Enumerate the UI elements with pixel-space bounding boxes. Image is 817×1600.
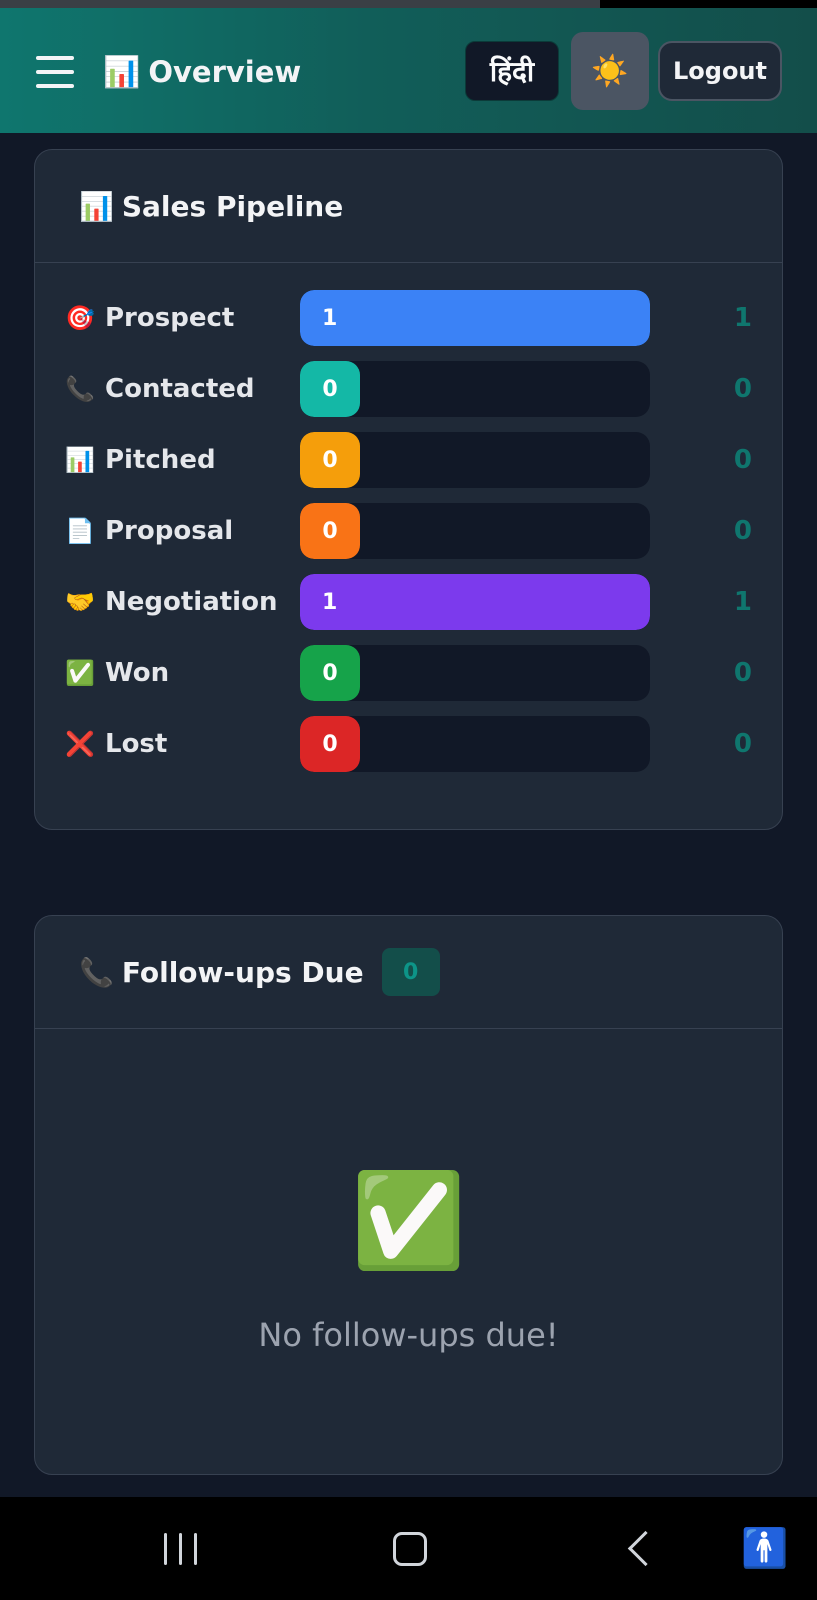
language-toggle-button[interactable]: हिंदी bbox=[465, 41, 559, 101]
stage-count: 0 bbox=[733, 374, 752, 404]
stage-label-text: Pitched bbox=[105, 445, 216, 475]
sales-pipeline-card: 📊 Sales Pipeline 🎯 Prospect 1 1 📞 Contacted 0 0 📊… bbox=[34, 149, 783, 830]
theme-toggle-button[interactable]: ☀️ bbox=[571, 32, 649, 110]
system-navigation-bar: 🚹 bbox=[0, 1497, 817, 1600]
stage-icon: 🎯 bbox=[65, 304, 95, 332]
home-icon[interactable] bbox=[380, 1497, 440, 1600]
stage-icon: ✅ bbox=[65, 659, 95, 687]
sun-icon: ☀️ bbox=[591, 53, 629, 89]
pipeline-stage-row: 📄 Proposal 0 0 bbox=[35, 503, 782, 559]
hamburger-menu-icon[interactable] bbox=[36, 54, 74, 90]
card-header: 📞 Follow-ups Due 0 bbox=[35, 916, 782, 1029]
card-title: 📊 Sales Pipeline bbox=[79, 190, 343, 223]
stage-icon: 📊 bbox=[65, 446, 95, 474]
stage-label: 📄 Proposal bbox=[65, 503, 233, 559]
card-title-text: Sales Pipeline bbox=[121, 189, 344, 223]
stage-label-text: Prospect bbox=[105, 303, 235, 333]
stage-label: 🎯 Prospect bbox=[65, 290, 234, 346]
stage-bar-fill: 0 bbox=[300, 361, 360, 417]
pipeline-stage-row: ❌ Lost 0 0 bbox=[35, 716, 782, 772]
followups-count-badge: 0 bbox=[381, 948, 440, 996]
stage-count: 0 bbox=[733, 445, 752, 475]
stage-icon: 📄 bbox=[65, 517, 95, 545]
stage-label: 📊 Pitched bbox=[65, 432, 216, 488]
stage-bar-fill: 0 bbox=[300, 503, 360, 559]
stage-icon: 📞 bbox=[65, 375, 95, 403]
check-mark-icon: ✅ bbox=[351, 1167, 466, 1274]
bar-chart-icon: 📊 bbox=[79, 189, 114, 223]
stage-count: 1 bbox=[733, 587, 752, 617]
stage-bar-track: 0 bbox=[300, 432, 650, 488]
stage-bar-track: 0 bbox=[300, 645, 650, 701]
pipeline-stage-row: 🤝 Negotiation 1 1 bbox=[35, 574, 782, 630]
status-strip bbox=[0, 0, 817, 8]
accessibility-icon[interactable]: 🚹 bbox=[740, 1497, 790, 1600]
recents-icon[interactable] bbox=[150, 1497, 210, 1600]
stage-label-text: Contacted bbox=[105, 374, 255, 404]
pipeline-stage-row: 🎯 Prospect 1 1 bbox=[35, 290, 782, 346]
stage-label: 📞 Contacted bbox=[65, 361, 255, 417]
card-header: 📊 Sales Pipeline bbox=[35, 150, 782, 263]
stage-label-text: Lost bbox=[105, 729, 168, 759]
stage-label: ❌ Lost bbox=[65, 716, 167, 772]
back-icon[interactable] bbox=[615, 1497, 665, 1600]
stage-bar-track: 1 bbox=[300, 574, 650, 630]
bar-chart-icon: 📊 bbox=[103, 55, 141, 90]
pipeline-stage-row: ✅ Won 0 0 bbox=[35, 645, 782, 701]
stage-label-text: Proposal bbox=[105, 516, 234, 546]
followups-card: 📞 Follow-ups Due 0 ✅ No follow-ups due! bbox=[34, 915, 783, 1475]
stage-count: 1 bbox=[733, 303, 752, 333]
card-title: 📞 Follow-ups Due bbox=[79, 956, 364, 989]
page-title-text: Overview bbox=[148, 55, 302, 89]
stage-bar-fill: 0 bbox=[300, 716, 360, 772]
stage-count: 0 bbox=[733, 729, 752, 759]
logout-button[interactable]: Logout bbox=[658, 41, 782, 101]
pipeline-stage-row: 📞 Contacted 0 0 bbox=[35, 361, 782, 417]
stage-bar-track: 0 bbox=[300, 361, 650, 417]
stage-bar-track: 1 bbox=[300, 290, 650, 346]
pipeline-stage-row: 📊 Pitched 0 0 bbox=[35, 432, 782, 488]
phone-icon: 📞 bbox=[79, 955, 114, 989]
stage-bar-fill: 0 bbox=[300, 432, 360, 488]
stage-label: ✅ Won bbox=[65, 645, 169, 701]
stage-label-text: Won bbox=[105, 658, 170, 688]
stage-bar-fill: 0 bbox=[300, 645, 360, 701]
loading-progress bbox=[0, 0, 600, 8]
stage-icon: ❌ bbox=[65, 730, 95, 758]
stage-label: 🤝 Negotiation bbox=[65, 574, 277, 630]
empty-state-text: No follow-ups due! bbox=[258, 1316, 559, 1354]
card-title-text: Follow-ups Due bbox=[121, 955, 364, 989]
stage-count: 0 bbox=[733, 516, 752, 546]
stage-bar-track: 0 bbox=[300, 716, 650, 772]
app-header: 📊 Overview हिंदी ☀️ Logout bbox=[0, 8, 817, 133]
stage-icon: 🤝 bbox=[65, 588, 95, 616]
page-title: 📊 Overview bbox=[103, 54, 301, 91]
stage-count: 0 bbox=[733, 658, 752, 688]
stage-label-text: Negotiation bbox=[105, 587, 278, 617]
stage-bar-fill: 1 bbox=[300, 574, 650, 630]
stage-bar-track: 0 bbox=[300, 503, 650, 559]
stage-bar-fill: 1 bbox=[300, 290, 650, 346]
